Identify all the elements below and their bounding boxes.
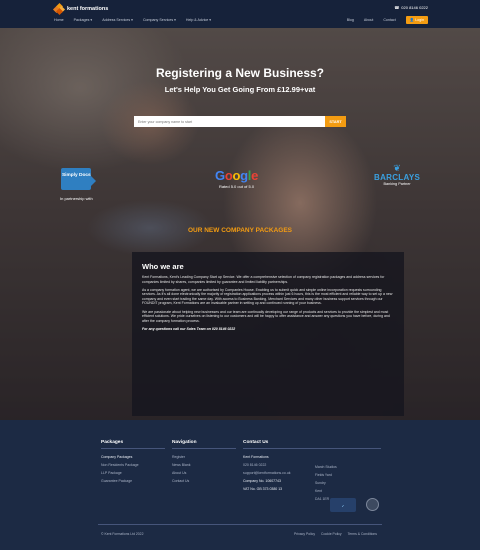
nav-contact[interactable]: Contact (383, 18, 395, 22)
login-button[interactable]: 👤 Login (405, 16, 428, 24)
footer-packages: Packages Company Packages Non Residents … (101, 440, 165, 485)
header-phone[interactable]: ☎ 020 8146 0222 (394, 5, 428, 10)
who-paragraph-2: As a company formation agent, we are aut… (142, 287, 393, 306)
accreditation-seal-icon (366, 498, 379, 511)
address-line: Sundry (315, 481, 326, 485)
footer-link-non-residents[interactable]: Non Residents Package (101, 461, 165, 469)
who-we-are-panel: Who we are Kent Formations, Kent's Leadi… (132, 252, 404, 416)
legal-links: Privacy Policy Cookie Policy Terms & Con… (294, 532, 377, 536)
banking-partner-caption: Banking Partner (383, 182, 411, 186)
contact-company-name: Kent Formations (243, 455, 269, 459)
footer-navigation-title: Navigation (172, 440, 236, 449)
site-footer: Packages Company Packages Non Residents … (0, 420, 480, 550)
simply-docs-partner[interactable]: Simply Docs In partnership with (60, 168, 97, 201)
footer-link-llp[interactable]: LLP Package (101, 469, 165, 477)
nav-blog[interactable]: Blog (347, 18, 354, 22)
eagle-icon: ❦ (393, 163, 401, 173)
google-rating[interactable]: Google Rated 5.0 out of 5.0 (215, 168, 258, 189)
footer-packages-title: Packages (101, 440, 165, 449)
barclays-logo: BARCLAYS (374, 173, 421, 182)
header-phone-number: 020 8146 0222 (401, 5, 428, 10)
address-line: March Studios (315, 465, 337, 469)
top-nav: kent formations ☎ 020 8146 0222 Home Pac… (0, 0, 480, 28)
logo-diamond-icon (52, 2, 66, 16)
nav-help-advice[interactable]: Help & Advice ▾ (186, 18, 211, 22)
logo-text: kent formations (67, 6, 109, 12)
who-paragraph-1: Kent Formations, Kent's Leading Company … (142, 275, 385, 284)
nav-home[interactable]: Home (54, 18, 64, 22)
footer-address: March Studios Fields Yard Sundry Kent DA… (315, 463, 337, 503)
footer-link-about[interactable]: About Us (172, 469, 236, 477)
contact-vat-number: VAT No. GB 373 0380 13 (243, 487, 283, 491)
address-line: Fields Yard (315, 473, 332, 477)
nav-address-services[interactable]: Address Services ▾ (102, 18, 133, 22)
barclays-partner[interactable]: ❦ BARCLAYS Banking Partner (374, 163, 421, 187)
footer-link-guarantee[interactable]: Guarantee Package (101, 477, 165, 485)
sales-call-to-action: For any questions call our Sales Team on… (142, 326, 236, 331)
footer-contact-title: Contact Us (243, 440, 381, 449)
login-label: Login (415, 18, 424, 22)
cookie-policy-link[interactable]: Cookie Policy (321, 532, 342, 536)
google-logo: Google (215, 168, 259, 183)
terms-link[interactable]: Terms & Conditions (348, 532, 377, 536)
footer-navigation: Navigation Register News Blank About Us … (172, 440, 236, 485)
main-menu: Home Packages ▾ Address Services ▾ Compa… (54, 18, 211, 22)
footer-link-contact[interactable]: Contact Us (172, 477, 236, 485)
who-we-are-heading: Who we are (142, 262, 184, 271)
who-paragraph-3: We are passionate about helping new busi… (142, 309, 390, 323)
copyright-text: © Kent Formations Ltd 2022 (101, 532, 144, 536)
footer-divider (98, 524, 382, 525)
hero-title: Registering a New Business? (155, 66, 325, 80)
hero-subtitle: Let's Help You Get Going From £12.99+vat (164, 85, 316, 94)
simply-docs-logo: Simply Docs (61, 168, 97, 190)
nav-company-services[interactable]: Company Services ▾ (143, 18, 176, 22)
footer-link-company-packages[interactable]: Company Packages (101, 453, 165, 461)
address-line: Kent (315, 489, 322, 493)
hero-section: Registering a New Business? Let's Help Y… (0, 28, 480, 420)
contact-company-number: Company No. 10607743 (243, 479, 281, 483)
footer-contact: Contact Us Kent Formations 020 8146 0222… (243, 440, 381, 493)
nav-about[interactable]: About (364, 18, 373, 22)
privacy-policy-link[interactable]: Privacy Policy (294, 532, 315, 536)
start-button[interactable]: START (325, 116, 346, 127)
footer-link-news[interactable]: News Blank (172, 461, 236, 469)
google-rating-text: Rated 5.0 out of 5.0 (218, 184, 255, 189)
new-packages-heading[interactable]: OUR NEW COMPANY PACKAGES (0, 227, 480, 234)
brand-logo[interactable]: kent formations (52, 2, 109, 16)
contact-phone[interactable]: 020 8146 0222 (243, 461, 381, 469)
trust-seal-badge: ✔ (330, 498, 356, 512)
nav-packages[interactable]: Packages ▾ (74, 18, 93, 22)
secondary-menu: Blog About Contact 👤 Login (347, 16, 428, 24)
contact-email[interactable]: support@kentformations.co.uk (243, 469, 381, 477)
partner-caption: In partnership with (60, 196, 93, 201)
footer-link-register[interactable]: Register (172, 453, 236, 461)
company-name-input[interactable] (134, 116, 325, 127)
company-search: START (134, 116, 346, 127)
phone-icon: ☎ (394, 5, 400, 10)
